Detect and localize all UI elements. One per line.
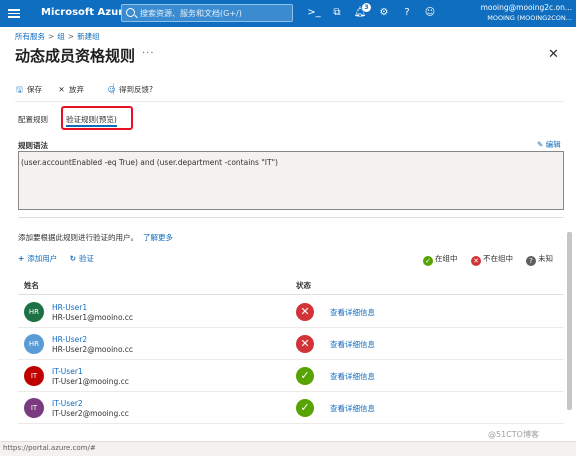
learn-more-link[interactable]: 了解更多 [143,233,173,242]
breadcrumb-new-group[interactable]: 新建组 [77,32,100,41]
feedback-icon: ☺ [107,85,116,94]
divider [18,217,564,218]
breadcrumb-groups[interactable]: 组 [57,32,65,41]
legend-out-label: 不在组中 [483,254,513,263]
plus-icon: + [18,254,25,263]
user-email: HR-User1@mooino.cc [52,313,134,322]
close-icon: ✕ [58,85,65,94]
account-email: mooing@mooing2c.on... [480,3,572,12]
menu-icon[interactable] [8,7,20,19]
rule-syntax-label: 规则语法 [18,141,48,150]
tab-highlight-annotation [61,106,133,130]
edit-label: 编辑 [545,140,561,149]
user-email: HR-User2@mooino.cc [52,345,134,354]
watermark: @51CTO博客 [488,430,539,439]
top-bar: Microsoft Azure >_ ⧉ 🔔︎3 ⚙ ? ☺ mooing@mo… [0,0,576,27]
x-icon: ✕ [296,303,314,321]
validate-button[interactable]: ↻ 验证 [70,254,94,263]
x-icon: ✕ [296,335,314,353]
validate-actions: + 添加用户 ↻ 验证 [18,253,94,264]
view-details-link[interactable]: 查看详细信息 [330,339,375,350]
edit-icon: ✎ [537,140,546,149]
legend-unknown-label: 未知 [538,254,553,263]
check-icon: ✓ [296,399,314,417]
question-icon: ? [526,256,536,266]
close-icon[interactable]: ✕ [548,47,559,62]
x-icon: ✕ [471,256,481,266]
status-url: https://portal.azure.com/# [3,444,96,452]
save-button[interactable]: 🖫 保存 [15,84,42,97]
settings-icon[interactable]: ⚙ [377,6,391,20]
column-header-name: 姓名 [24,281,39,290]
breadcrumb-all-services[interactable]: 所有服务 [15,32,45,41]
validate-description-text: 添加要根据此规则进行验证的用户。 [18,233,138,242]
global-search[interactable] [121,4,293,22]
avatar: HR [24,302,44,322]
search-input[interactable] [140,7,290,19]
table-header-divider [18,294,564,295]
discard-label: 放弃 [69,85,84,94]
discard-button[interactable]: ✕ 放弃 [57,84,84,95]
search-icon [126,8,135,17]
feedback-button[interactable]: ☺ 得到反馈? [107,84,153,95]
avatar: HR [24,334,44,354]
legend-in-group: ✓ 在组中 [423,253,458,266]
notifications-icon[interactable]: 🔔︎ 3 [353,3,371,20]
directory-filter-icon[interactable]: ⧉ [330,6,344,20]
divider [15,101,564,102]
column-header-status: 状态 [296,281,311,290]
view-details-link[interactable]: 查看详细信息 [330,403,375,414]
user-email: IT-User2@mooing.cc [52,409,129,418]
help-icon[interactable]: ? [400,6,414,20]
row-divider [18,423,564,424]
save-icon: 🖫 [16,85,23,94]
avatar: IT [24,398,44,418]
user-name-link[interactable]: HR-User2 [52,335,87,344]
save-label: 保存 [27,85,42,94]
avatar: IT [24,366,44,386]
user-name-link[interactable]: HR-User1 [52,303,87,312]
legend-not-in-group: ✕ 不在组中 [471,253,513,266]
check-icon: ✓ [296,367,314,385]
feedback-label: 得到反馈? [119,85,153,94]
brand-title[interactable]: Microsoft Azure [41,7,130,18]
tab-configure-rules[interactable]: 配置规则 [18,114,48,125]
account-menu[interactable]: mooing@mooing2c.on... MOOING (MOOING2CON… [442,3,572,23]
table-row: HR HR-User1 HR-User1@mooino.cc ✕ 查看详细信息 [18,296,564,328]
table-row: IT IT-User2 IT-User2@mooing.cc ✓ 查看详细信息 [18,392,564,424]
edit-button[interactable]: ✎ 编辑 [537,139,561,150]
rule-syntax-box: (user.accountEnabled -eq True) and (user… [18,151,564,210]
add-users-label: 添加用户 [27,254,58,263]
validate-description: 添加要根据此规则进行验证的用户。 了解更多 [18,232,173,243]
account-tenant: MOOING (MOOING2CON... [487,14,572,22]
check-icon: ✓ [423,256,433,266]
table-row: HR HR-User2 HR-User2@mooino.cc ✕ 查看详细信息 [18,328,564,360]
view-details-link[interactable]: 查看详细信息 [330,307,375,318]
browser-status-bar: https://portal.azure.com/# @51CTO博客 [0,430,576,456]
legend-unknown: ? 未知 [526,253,553,266]
scrollbar[interactable] [567,232,572,410]
more-options-icon[interactable]: ··· [142,48,155,59]
rule-syntax-text: (user.accountEnabled -eq True) and (user… [21,158,278,167]
feedback-icon[interactable]: ☺ [423,6,437,20]
cloud-shell-icon[interactable]: >_ [307,6,321,20]
view-details-link[interactable]: 查看详细信息 [330,371,375,382]
user-email: IT-User1@mooing.cc [52,377,129,386]
legend-in-label: 在组中 [435,254,458,263]
user-name-link[interactable]: IT-User2 [52,399,83,408]
notification-badge: 3 [362,3,371,12]
breadcrumb: 所有服务 > 组 > 新建组 [15,32,100,41]
user-name-link[interactable]: IT-User1 [52,367,83,376]
add-users-button[interactable]: + 添加用户 [18,254,57,263]
page-title: 动态成员资格规则 [15,47,136,65]
table-row: IT IT-User1 IT-User1@mooing.cc ✓ 查看详细信息 [18,360,564,392]
validate-label: 验证 [78,254,94,263]
refresh-icon: ↻ [69,254,76,263]
